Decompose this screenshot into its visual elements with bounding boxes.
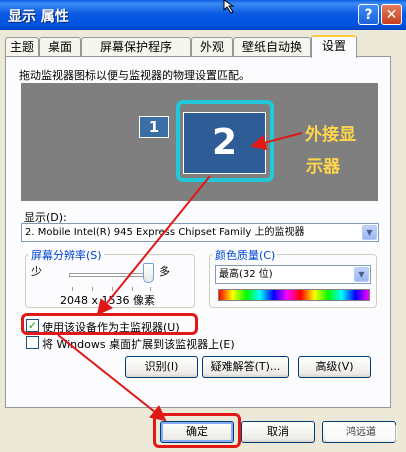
annotation-arrows <box>57 132 303 422</box>
display-properties-window: 显示 属性 ? ✕ 主题 桌面 屏幕保护程序 外观 壁纸自动换 设置 拖动监视器… <box>0 0 406 452</box>
arrow-to-ok-button <box>57 334 167 422</box>
arrow-to-primary-checkbox <box>96 175 211 316</box>
mouse-cursor-icon <box>223 0 235 14</box>
tab-settings[interactable]: 设置 <box>311 35 357 58</box>
arrow-to-monitor-2 <box>250 132 303 151</box>
